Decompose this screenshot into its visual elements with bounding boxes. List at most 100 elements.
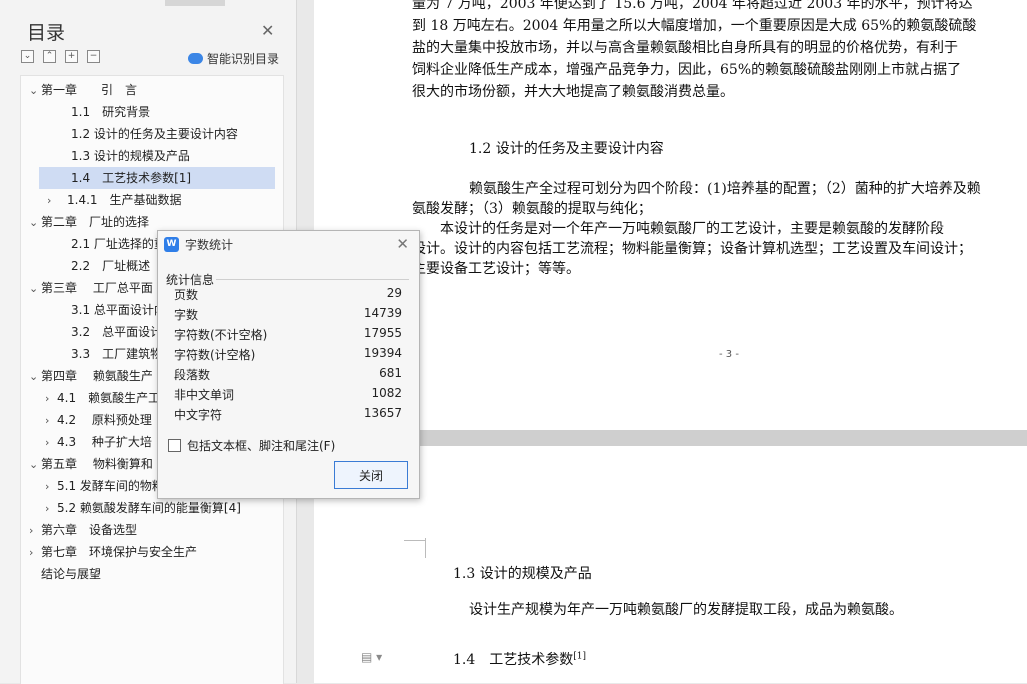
toc-item[interactable]: › 4.1 赖氨酸生产工 (21, 387, 160, 409)
chevron-icon[interactable]: › (45, 498, 57, 520)
close-button[interactable]: 关闭 (334, 461, 408, 489)
group-divider (216, 279, 409, 280)
close-pane-icon[interactable]: ✕ (261, 21, 274, 40)
chevron-icon[interactable]: › (29, 542, 41, 564)
toc-item[interactable]: › 5.1 发酵车间的物料 (21, 475, 164, 497)
collapse-all-icon[interactable]: ⌄ (21, 50, 34, 63)
word-count-dialog: W 字数统计 ✕ 统计信息 页数 29 字数 14739 字符数(不计空格) 17955 字… (157, 230, 420, 499)
stat-label: 字数 (174, 308, 199, 322)
stat-row: 页数 29 (174, 286, 402, 306)
toc-item[interactable]: ⌄ 第四章 赖氨酸生产 (21, 365, 153, 387)
toc-title: 目录 (27, 22, 66, 44)
toc-item-label: 4.3 种子扩大培 (57, 435, 152, 449)
toc-item[interactable]: 1.1 研究背景 (21, 101, 150, 123)
remove-heading-icon[interactable]: − (87, 50, 100, 63)
chevron-icon[interactable]: › (45, 432, 57, 454)
chevron-icon[interactable]: ⌄ (29, 212, 41, 234)
page4-paragraph: 设计生产规模为年产一万吨赖氨酸厂的发酵提取工段，成品为赖氨酸。 (469, 602, 903, 618)
toc-item[interactable]: 结论与展望 (21, 563, 101, 585)
stat-row: 段落数 681 (174, 366, 402, 386)
text-line: 盐的大量集中投放市场，并以与高含量赖氨酸相比自身所具有的明显的价格优势，有利于 (412, 40, 958, 56)
chevron-icon[interactable]: ⌄ (29, 80, 41, 102)
toc-item[interactable]: › 5.2 赖氨酸发酵车间的能量衡算[4] (21, 497, 241, 519)
toc-item-label: 第三章 工厂总平面 (41, 281, 153, 295)
toc-item-label: 1.4 工艺技术参数[1] (71, 171, 192, 185)
toc-item-label: 1.4.1 生产基础数据 (67, 193, 182, 207)
toc-item-label: 4.2 原料预处理 (57, 413, 152, 427)
checkbox-box[interactable] (168, 439, 181, 452)
toc-item-label: 第七章 环境保护与安全生产 (41, 545, 198, 559)
text-line: 很大的市场份额，并大大地提高了赖氨酸消费总量。 (412, 84, 734, 100)
chevron-icon[interactable]: ⌄ (29, 366, 41, 388)
toc-item[interactable]: ⌄ 第五章 物料衡算和 (21, 453, 153, 475)
page-number: - 3 - (719, 349, 739, 360)
chevron-icon[interactable]: ⌄ (29, 454, 41, 476)
expand-all-icon[interactable]: ⌃ (43, 50, 56, 63)
dialog-close-icon[interactable]: ✕ (396, 235, 409, 253)
stat-value: 1082 (371, 386, 402, 400)
text-line: 本设计的任务是对一个年产一万吨赖氨酸厂的工艺设计，主要是赖氨酸的发酵阶段 (440, 221, 944, 237)
toc-item[interactable]: 3.2 总平面设计的 (21, 321, 174, 343)
toc-item[interactable]: › 4.3 种子扩大培 (21, 431, 152, 453)
chevron-icon[interactable]: › (45, 388, 57, 410)
toc-item[interactable]: › 1.4.1 生产基础数据 (21, 189, 182, 211)
text-line: 主要设备工艺设计；等等。 (412, 261, 580, 277)
stat-label: 字符数(计空格) (174, 348, 256, 362)
stat-value: 29 (386, 286, 402, 300)
smart-detect-toc-button[interactable]: 智能识别目录 (188, 50, 279, 67)
toc-item-label: 第六章 设备选型 (41, 523, 138, 537)
stat-label: 段落数 (174, 368, 211, 382)
chevron-icon[interactable]: › (47, 190, 67, 212)
section-heading-1-2: 1.2 设计的任务及主要设计内容 (469, 141, 664, 157)
chevron-icon[interactable]: › (45, 410, 57, 432)
chevron-icon[interactable]: › (29, 520, 41, 542)
chevron-icon[interactable]: › (45, 476, 57, 498)
page-4: 1.3 设计的规模及产品 设计生产规模为年产一万吨赖氨酸厂的发酵提取工段，成品为… (314, 446, 1027, 683)
toc-item[interactable]: 3.1 总平面设计内容 (21, 299, 178, 321)
stat-row: 非中文单词 1082 (174, 386, 402, 406)
include-textbox-checkbox[interactable]: 包括文本框、脚注和尾注(F) (168, 437, 335, 454)
stat-value: 14739 (363, 306, 402, 320)
text-line: 氨酸发酵；（3）赖氨酸的提取与纯化； (412, 201, 652, 217)
toc-item[interactable]: 1.3 设计的规模及产品 (21, 145, 190, 167)
page-gap (314, 430, 1027, 446)
toc-item[interactable]: ⌄ 第一章 引 言 (21, 79, 137, 101)
margin-mark (425, 538, 426, 558)
toc-item[interactable]: › 第六章 设备选型 (21, 519, 137, 541)
paragraph-menu-icon[interactable]: ▤ ▾ (361, 650, 382, 664)
dialog-title: 字数统计 (185, 237, 234, 252)
toc-item[interactable]: ⌄ 第三章 工厂总平面 (21, 277, 153, 299)
toc-item-label: 1.1 研究背景 (71, 105, 151, 119)
toc-item[interactable]: › 4.2 原料预处理 (21, 409, 152, 431)
text-line: 设计。设计的内容包括工艺流程；物料能量衡算；设备计算机选型；工艺设置及车间设计； (412, 241, 972, 257)
toc-item[interactable]: 2.1 厂址选择的重 (21, 233, 166, 255)
toc-item-label: 结论与展望 (41, 567, 102, 581)
toc-item[interactable]: 2.2 厂址概述 (21, 255, 150, 277)
toc-item[interactable]: 3.3 工厂建筑物面 (21, 343, 174, 365)
add-heading-icon[interactable]: + (65, 50, 78, 63)
dialog-titlebar[interactable]: W 字数统计 (158, 231, 419, 257)
stat-label: 页数 (174, 288, 199, 302)
stat-row: 字符数(不计空格) 17955 (174, 326, 402, 346)
toc-item[interactable]: ⌄ 第二章 厂址的选择 (21, 211, 149, 233)
stat-value: 17955 (363, 326, 402, 340)
section-heading-1-4: 1.4 工艺技术参数[1] (453, 649, 586, 669)
toc-item[interactable]: 1.2 设计的任务及主要设计内容 (21, 123, 238, 145)
checkbox-label: 包括文本框、脚注和尾注(F) (187, 439, 336, 453)
text-line: 赖氨酸生产全过程可划分为四个阶段：(1)培养基的配置；（2）菌种的扩大培养及赖 (469, 181, 981, 197)
stat-label: 非中文单词 (174, 388, 235, 402)
toc-item[interactable]: 1.4 工艺技术参数[1] (39, 167, 275, 189)
chevron-icon[interactable]: ⌄ (29, 278, 41, 300)
heading-text: 1.4 工艺技术参数 (453, 652, 574, 668)
wps-logo-icon: W (164, 236, 179, 252)
toc-item-label: 1.2 设计的任务及主要设计内容 (71, 127, 238, 141)
toc-item-label: 第一章 引 言 (41, 83, 138, 97)
toc-item[interactable]: › 第七章 环境保护与安全生产 (21, 541, 197, 563)
stat-value: 13657 (363, 406, 402, 420)
toc-item-label: 1.3 设计的规模及产品 (71, 149, 190, 163)
stat-row: 字数 14739 (174, 306, 402, 326)
toc-item-label: 2.2 厂址概述 (71, 259, 151, 273)
toc-item-label: 第五章 物料衡算和 (41, 457, 153, 471)
pane-top-strip (165, 0, 225, 6)
stat-label: 中文字符 (174, 408, 223, 422)
